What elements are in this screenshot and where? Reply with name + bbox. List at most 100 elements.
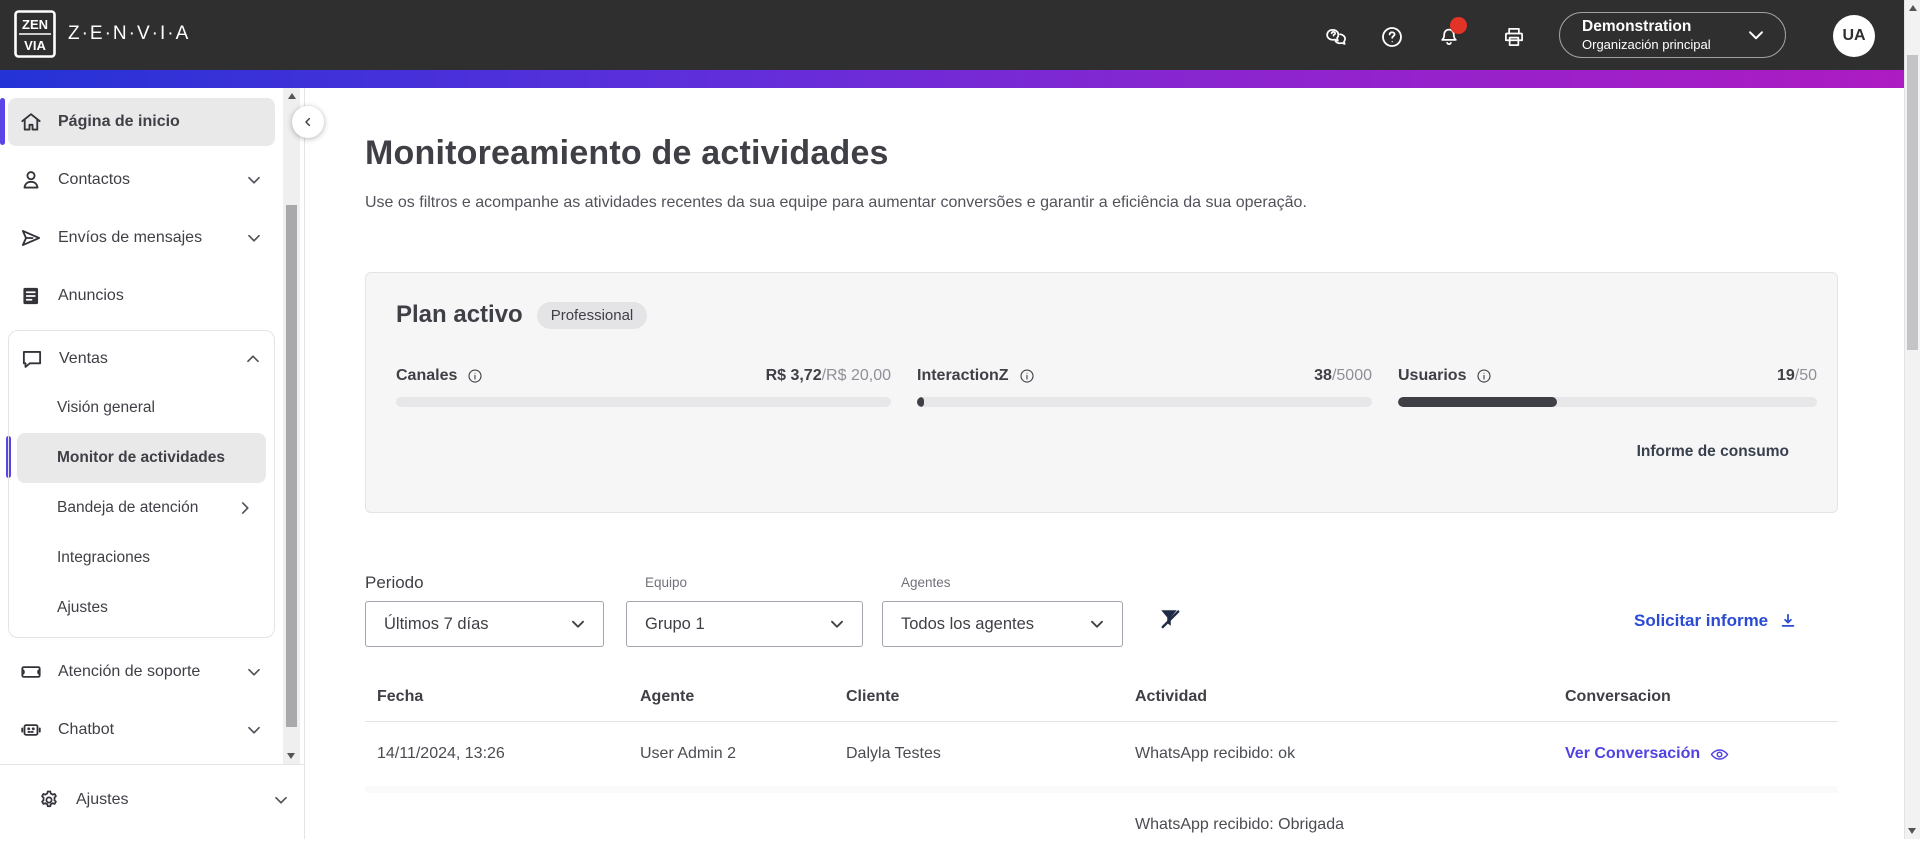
chevron-down-icon (275, 796, 287, 804)
page-subtitle: Use os filtros e acompanhe as atividades… (365, 194, 1307, 211)
cell-actividad: WhatsApp recibido: Obrigada (1135, 816, 1344, 833)
consumption-report-link[interactable]: Informe de consumo (1637, 443, 1789, 461)
chevron-down-icon (248, 234, 260, 242)
robot-icon (21, 724, 41, 736)
agentes-label: Agentes (901, 575, 951, 590)
help-circle-icon (1382, 27, 1402, 47)
sidebar-subitem-label: Bandeja de atención (57, 499, 199, 516)
equipo-select[interactable]: Grupo 1 (626, 601, 863, 647)
chevron-down-icon (248, 176, 260, 184)
sidebar-item-label: Atención de soporte (58, 663, 201, 680)
sidebar-item-pagina-de-inicio[interactable]: Página de inicio (8, 98, 275, 146)
request-report-label: Solicitar informe (1634, 611, 1769, 630)
periodo-value: Últimos 7 días (384, 614, 489, 633)
chevron-down-icon (572, 620, 584, 628)
periodo-select[interactable]: Últimos 7 días (365, 601, 604, 647)
zenvia-logo-icon: ZEN VIA (14, 10, 56, 58)
table-header-row: Fecha Agente Cliente Actividad Conversac… (365, 672, 1838, 722)
progress-fill (917, 397, 924, 407)
eye-icon (1710, 748, 1729, 760)
sidebar-item-label: Ajustes (76, 791, 129, 808)
metric-values: 19/50 (1776, 367, 1817, 384)
info-icon[interactable] (1018, 367, 1036, 385)
logo-wordmark: Z·E·N·V·I·A (68, 23, 191, 44)
sidebar-item-chatbot[interactable]: Chatbot (8, 706, 275, 754)
zenvia-logo[interactable]: ZEN VIA Z·E·N·V·I·A (14, 10, 190, 58)
scrollbar-thumb[interactable] (1907, 55, 1918, 350)
sidebar-scrollbar[interactable] (283, 88, 300, 764)
clear-filters-button[interactable] (1155, 604, 1185, 634)
periodo-label: Periodo (365, 573, 424, 592)
cell-actividad: WhatsApp recibido: ok (1135, 745, 1296, 762)
main-content: Monitoreamiento de actividades Use os fi… (305, 88, 1904, 857)
notifications-button[interactable] (1436, 17, 1467, 50)
sidebar-item-atencion-de-soporte[interactable]: Atención de soporte (8, 648, 275, 696)
row-separator (365, 786, 1838, 793)
sidebar-item-ventas[interactable]: Ventas (17, 335, 266, 383)
user-avatar[interactable]: UA (1833, 15, 1875, 57)
person-icon (23, 171, 39, 189)
sidebar-collapse-button[interactable] (292, 106, 324, 138)
news-icon (23, 287, 39, 305)
chevron-down-icon (1091, 620, 1103, 628)
page-scrollbar[interactable] (1904, 0, 1920, 839)
top-header: ZEN VIA Z·E·N·V·I·A Demonstration Organi… (0, 0, 1904, 70)
support-chat-button[interactable] (1323, 24, 1349, 50)
organization-selector[interactable]: Demonstration Organización principal (1559, 12, 1786, 58)
sidebar-subitem-label: Ajustes (57, 599, 108, 616)
col-header-conversacion: Conversacion (1565, 687, 1671, 705)
table-row: 14/11/2024, 13:26 User Admin 2 Dalyla Te… (365, 722, 1838, 786)
scrollbar-thumb[interactable] (286, 205, 297, 727)
download-icon (1781, 613, 1795, 627)
notification-badge (1450, 17, 1467, 34)
page-title: Monitoreamiento de actividades (365, 134, 889, 172)
filter-off-icon (1161, 610, 1180, 629)
printer-icon (1505, 28, 1523, 46)
info-icon[interactable] (1475, 367, 1493, 385)
scroll-down-arrow[interactable] (287, 753, 295, 759)
sidebar-subitem-vision-general[interactable]: Visión general (17, 383, 266, 433)
sidebar-subitem-monitor-de-actividades[interactable]: Monitor de actividades (17, 433, 266, 483)
cell-agente: User Admin 2 (640, 745, 737, 762)
sidebar-subitem-ajustes-ventas[interactable]: Ajustes (17, 583, 266, 633)
chevron-left-icon (305, 117, 311, 127)
scroll-down-arrow[interactable] (1908, 828, 1916, 834)
ticket-icon (21, 666, 41, 678)
scroll-up-arrow[interactable] (287, 93, 296, 99)
help-button[interactable] (1379, 24, 1405, 50)
agentes-select[interactable]: Todos los agentes (882, 601, 1123, 647)
sidebar-item-label: Envíos de mensajes (58, 229, 203, 246)
equipo-label: Equipo (645, 575, 688, 590)
chevron-down-icon (248, 726, 260, 734)
sidebar-item-envios-de-mensajes[interactable]: Envíos de mensajes (8, 214, 275, 262)
plan-title: Plan activo (396, 301, 523, 328)
metric-interactionz: InteractionZ 38/5000 (917, 367, 1372, 407)
canales-progress (396, 397, 891, 407)
print-button[interactable] (1501, 24, 1527, 50)
sidebar-subitem-label: Visión general (57, 399, 155, 416)
organization-info: Demonstration Organización principal (1582, 17, 1743, 53)
sidebar: Página de inicio Contactos Envíos de men… (0, 88, 305, 839)
progress-fill (1398, 397, 1558, 407)
sidebar-subitem-label: Integraciones (57, 549, 151, 566)
sidebar-item-anuncios[interactable]: Anuncios (8, 272, 275, 320)
scroll-up-arrow[interactable] (1908, 5, 1917, 11)
brand-gradient-bar (0, 70, 1904, 88)
metric-values: R$ 3,72/R$ 20,00 (765, 367, 891, 384)
chat-question-icon (1326, 28, 1346, 45)
request-report-link[interactable]: Solicitar informe (1634, 611, 1798, 631)
sidebar-item-ajustes[interactable]: Ajustes (26, 776, 302, 824)
sidebar-item-contactos[interactable]: Contactos (8, 156, 275, 204)
sidebar-subitem-bandeja-de-atencion[interactable]: Bandeja de atención (17, 483, 266, 533)
info-icon[interactable] (466, 367, 484, 385)
plan-badge: Professional (536, 301, 648, 329)
plan-header: Plan activo Professional (396, 301, 648, 329)
sidebar-item-label: Contactos (58, 171, 131, 188)
view-conversation-link[interactable]: Ver Conversación (1565, 744, 1838, 765)
send-icon (21, 230, 41, 246)
sidebar-subitem-integraciones[interactable]: Integraciones (17, 533, 266, 583)
sidebar-subitem-label: Monitor de actividades (57, 449, 225, 466)
view-conversation-label: Ver Conversación (1565, 745, 1701, 762)
activity-table: Fecha Agente Cliente Actividad Conversac… (365, 672, 1838, 857)
sidebar-item-label: Chatbot (58, 721, 115, 738)
